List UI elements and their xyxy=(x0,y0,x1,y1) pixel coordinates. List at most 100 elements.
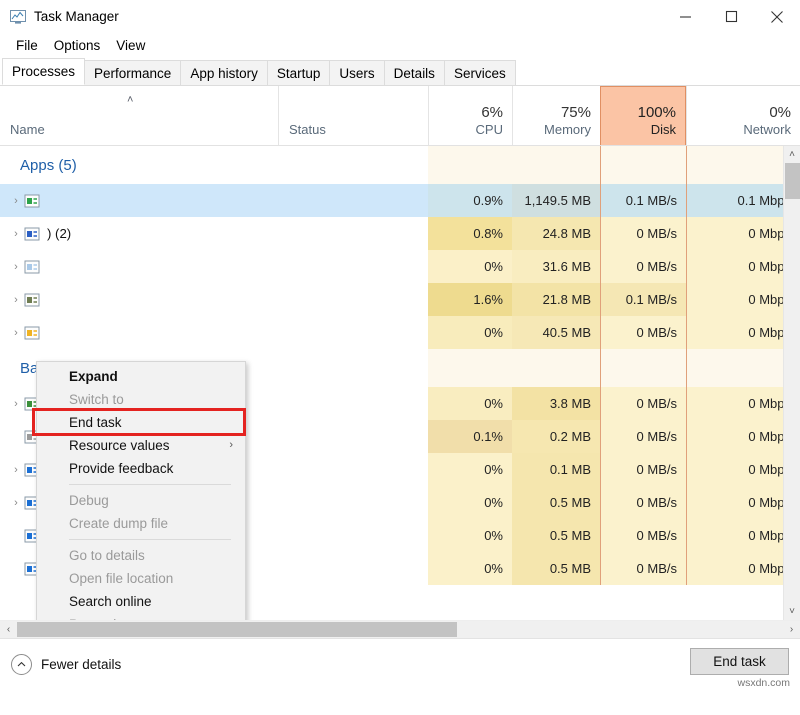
tab-services[interactable]: Services xyxy=(444,60,516,85)
menu-options[interactable]: Options xyxy=(46,36,109,55)
cell-name: › xyxy=(0,184,278,217)
column-header-cpu[interactable]: 6% CPU xyxy=(428,86,512,145)
column-header-disk[interactable]: 100% Disk xyxy=(600,86,686,145)
tab-performance[interactable]: Performance xyxy=(84,60,181,85)
cell-cpu: 0% xyxy=(428,250,512,283)
scroll-up-arrow-icon[interactable]: ˄ xyxy=(784,146,800,163)
process-context-menu[interactable]: Expand Switch to End task Resource values›P… xyxy=(36,361,246,620)
cell-status xyxy=(278,552,428,585)
menu-item-go-to-details: Go to details xyxy=(37,544,245,567)
tab-app-history[interactable]: App history xyxy=(180,60,268,85)
minimize-button[interactable] xyxy=(662,0,708,33)
vertical-scrollbar[interactable]: ˄ ˅ xyxy=(783,146,800,620)
scroll-left-arrow-icon[interactable]: ‹ xyxy=(0,621,17,638)
horizontal-scrollbar[interactable]: ‹ › xyxy=(0,620,800,638)
expand-chevron-icon[interactable]: › xyxy=(8,398,24,410)
process-row[interactable]: ›1.6%21.8 MB0.1 MB/s0 Mbps xyxy=(0,283,800,316)
expand-chevron-icon[interactable]: › xyxy=(8,228,24,240)
tab-strip: Processes Performance App history Startu… xyxy=(0,58,800,86)
cell-memory: 21.8 MB xyxy=(512,283,600,316)
column-header-status[interactable]: Status xyxy=(278,86,428,145)
scroll-down-arrow-icon[interactable]: ˅ xyxy=(784,603,800,620)
menu-item-create-dump-file: Create dump file xyxy=(37,512,245,535)
horizontal-scroll-thumb[interactable] xyxy=(17,622,457,637)
cell-cpu: 0% xyxy=(428,486,512,519)
menu-file[interactable]: File xyxy=(8,36,46,55)
cell-memory: 31.6 MB xyxy=(512,250,600,283)
column-memory-pct: 75% xyxy=(513,104,600,121)
cell-status xyxy=(278,217,428,250)
cell-disk: 0 MB/s xyxy=(600,453,686,486)
process-icon xyxy=(24,259,40,275)
menu-item-label: Open file location xyxy=(69,571,173,586)
menu-item-label: Resource values xyxy=(69,438,170,453)
cell-status xyxy=(278,283,428,316)
expand-chevron-icon[interactable]: › xyxy=(8,294,24,306)
expand-chevron-icon[interactable]: › xyxy=(8,497,24,509)
menu-item-search-online[interactable]: Search online xyxy=(37,590,245,613)
column-header-memory[interactable]: 75% Memory xyxy=(512,86,600,145)
cell-status xyxy=(278,250,428,283)
group-title: Apps (5) xyxy=(8,157,77,174)
expand-chevron-icon[interactable]: › xyxy=(8,464,24,476)
vertical-scroll-thumb[interactable] xyxy=(785,163,800,199)
cell-disk: 0 MB/s xyxy=(600,552,686,585)
menu-item-end-task[interactable]: End task xyxy=(37,411,245,434)
cell-disk: 0 MB/s xyxy=(600,250,686,283)
process-row[interactable]: ›0%40.5 MB0 MB/s0 Mbps xyxy=(0,316,800,349)
cell-status xyxy=(278,486,428,519)
menu-item-expand[interactable]: Expand xyxy=(37,365,245,388)
menu-item-label: End task xyxy=(69,415,122,430)
cell-status xyxy=(278,184,428,217)
cell-cpu: 1.6% xyxy=(428,283,512,316)
task-manager-icon xyxy=(10,9,26,25)
process-icon xyxy=(24,193,40,209)
expand-chevron-icon[interactable]: › xyxy=(8,327,24,339)
menu-item-label: Go to details xyxy=(69,548,145,563)
menu-bar: File Options View xyxy=(0,33,800,58)
sort-ascending-caret-icon: ˄ xyxy=(127,94,133,106)
tab-startup[interactable]: Startup xyxy=(267,60,331,85)
menu-item-label: Switch to xyxy=(69,392,124,407)
scroll-right-arrow-icon[interactable]: › xyxy=(783,621,800,638)
column-header-name[interactable]: Name ˄ xyxy=(0,86,278,145)
process-row[interactable]: ›0.9%1,149.5 MB0.1 MB/s0.1 Mbps xyxy=(0,184,800,217)
expand-chevron-icon[interactable]: › xyxy=(8,261,24,273)
tab-details[interactable]: Details xyxy=(384,60,445,85)
watermark: wsxdn.com xyxy=(737,677,790,689)
tab-users[interactable]: Users xyxy=(329,60,384,85)
cell-memory xyxy=(512,349,600,387)
cell-memory: 0.2 MB xyxy=(512,420,600,453)
cell-cpu: 0.8% xyxy=(428,217,512,250)
tab-processes[interactable]: Processes xyxy=(2,58,85,85)
column-memory-label: Memory xyxy=(513,121,600,138)
expand-chevron-icon[interactable]: › xyxy=(8,195,24,207)
cell-disk: 0 MB/s xyxy=(600,519,686,552)
process-icon xyxy=(24,325,40,341)
close-button[interactable] xyxy=(754,0,800,33)
menu-view[interactable]: View xyxy=(108,36,153,55)
process-row[interactable]: ›0%31.6 MB0 MB/s0 Mbps xyxy=(0,250,800,283)
process-row[interactable]: ›) (2)0.8%24.8 MB0 MB/s0 Mbps xyxy=(0,217,800,250)
column-cpu-label: CPU xyxy=(429,121,512,138)
column-name-label: Name xyxy=(0,121,278,138)
menu-item-resource-values[interactable]: Resource values› xyxy=(37,434,245,457)
cell-disk: 0 MB/s xyxy=(600,217,686,250)
cell-disk: 0.1 MB/s xyxy=(600,184,686,217)
cell-cpu: 0% xyxy=(428,453,512,486)
process-table[interactable]: Apps (5)›0.9%1,149.5 MB0.1 MB/s0.1 Mbps›… xyxy=(0,146,800,620)
menu-item-provide-feedback[interactable]: Provide feedback xyxy=(37,457,245,480)
end-task-button[interactable]: End task xyxy=(690,648,789,675)
column-header-network[interactable]: 0% Network xyxy=(686,86,800,145)
cell-disk: 0.1 MB/s xyxy=(600,283,686,316)
process-group-row[interactable]: Apps (5) xyxy=(0,146,800,184)
menu-item-label: Expand xyxy=(69,369,118,384)
fewer-details-button[interactable]: Fewer details xyxy=(11,654,121,675)
cell-disk: 0 MB/s xyxy=(600,316,686,349)
process-name: ) (2) xyxy=(47,226,71,241)
cell-name: › xyxy=(0,283,278,316)
process-icon xyxy=(24,226,40,242)
maximize-button[interactable] xyxy=(708,0,754,33)
column-disk-label: Disk xyxy=(601,121,685,138)
menu-item-open-file-location: Open file location xyxy=(37,567,245,590)
